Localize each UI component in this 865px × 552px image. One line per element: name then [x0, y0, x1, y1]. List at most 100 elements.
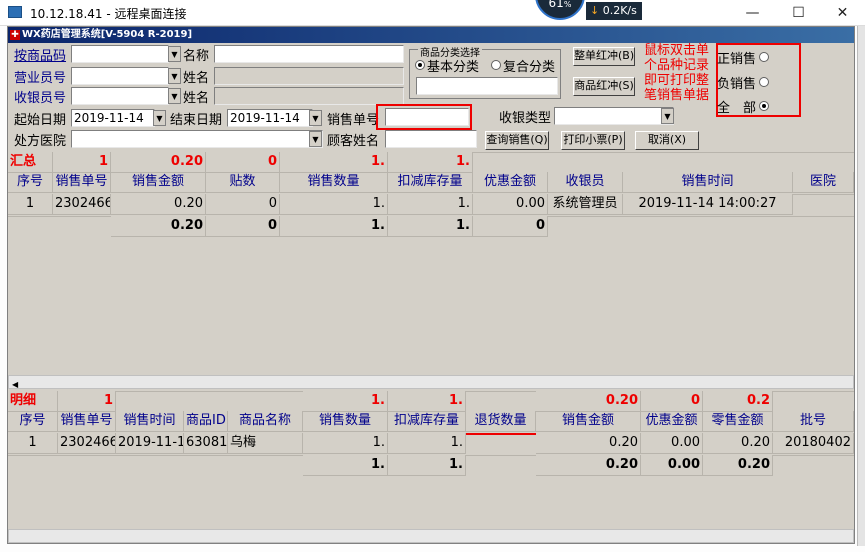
detail-summary-cell: 1.	[388, 391, 466, 412]
maximize-button[interactable]: ☐	[776, 0, 821, 26]
column-header[interactable]: 销售时间	[116, 411, 184, 432]
cashier-type-dropdown[interactable]: ▼	[661, 108, 674, 124]
table-cell[interactable]: 20180402	[773, 433, 854, 454]
table-cell[interactable]	[793, 194, 854, 195]
product-code-label[interactable]: 按商品码	[14, 45, 66, 64]
start-date-input[interactable]: 2019-11-14	[71, 109, 155, 127]
download-arrow-icon: ↓	[590, 4, 600, 17]
total-cell	[58, 455, 116, 456]
column-header[interactable]: 销售单号	[53, 172, 111, 193]
cancel-button[interactable]: 取消(X)	[635, 131, 699, 150]
category-basic-radio[interactable]	[415, 60, 425, 70]
table-cell[interactable]: 0.20	[703, 433, 773, 454]
column-header[interactable]: 销售数量	[303, 411, 388, 432]
column-header[interactable]: 序号	[8, 411, 58, 432]
column-header[interactable]: 医院	[793, 172, 854, 193]
table-cell[interactable]: 1.	[388, 433, 466, 454]
end-date-dropdown[interactable]: ▼	[309, 110, 322, 126]
column-header[interactable]: 批号	[773, 411, 854, 432]
table-cell[interactable]: 1.	[388, 194, 473, 215]
cashier-type-select[interactable]	[554, 107, 674, 125]
return-qty-input[interactable]	[466, 433, 536, 435]
customer-input[interactable]	[385, 130, 477, 148]
salesperson-name-field	[214, 67, 404, 85]
total-cell: 0	[206, 216, 280, 237]
column-header[interactable]: 收银员	[548, 172, 623, 193]
pharmacy-app-window: ✚ WX药店管理系统[V-5904 R-2019] 按商品码 ▼ 名称 营业员号…	[7, 26, 855, 544]
scroll-left-icon[interactable]: ◀	[9, 380, 18, 389]
table-cell[interactable]: 2302466	[53, 194, 111, 215]
column-header[interactable]: 销售数量	[280, 172, 388, 193]
category-input[interactable]	[416, 77, 558, 95]
table-cell[interactable]: 乌梅	[228, 433, 303, 454]
column-header[interactable]: 扣减库存量	[388, 172, 473, 193]
salesperson-input[interactable]	[71, 67, 169, 85]
column-header[interactable]: 优惠金额	[641, 411, 703, 432]
product-code-dropdown[interactable]: ▼	[168, 46, 181, 62]
cashier-dropdown[interactable]: ▼	[168, 88, 181, 104]
table-cell[interactable]: 0	[206, 194, 280, 215]
category-basic-label: 基本分类	[427, 60, 480, 75]
product-code-input[interactable]	[71, 45, 169, 63]
column-header[interactable]: 销售单号	[58, 411, 116, 432]
name-label: 名称	[183, 49, 210, 64]
cashier-name-field	[214, 87, 404, 105]
table-cell[interactable]: 0.00	[641, 433, 703, 454]
net-speed-value: 0.2K/s	[602, 4, 637, 17]
column-header[interactable]: 销售金额	[536, 411, 641, 432]
cashier-input[interactable]	[71, 87, 169, 105]
hospital-input[interactable]	[71, 130, 323, 148]
detail-grid-scrollbar[interactable]	[8, 529, 854, 543]
column-header[interactable]: 商品ID	[184, 411, 228, 432]
table-cell[interactable]: 1	[8, 433, 58, 454]
detail-grid[interactable]: 明细 1 1. 1. 0.20 0 0.2 序号 销售单号 销售时间 商品ID 商品名称 销售数量 扣减库…	[8, 391, 854, 531]
perf-percent: 61	[548, 0, 564, 10]
table-cell[interactable]: 2302466	[58, 433, 116, 454]
column-header[interactable]: 零售金额	[703, 411, 773, 432]
print-button[interactable]: 打印小票(P)	[561, 131, 625, 150]
column-header[interactable]: 贴数	[206, 172, 280, 193]
query-button[interactable]: 查询销售(Q)	[485, 131, 549, 150]
name-input[interactable]	[214, 45, 404, 63]
sales-grid[interactable]: 汇总 1 0.20 0 1. 1. 序号 销售单号 销售金额 贴数 销售数量 扣减库存量 优惠金额 收银员…	[8, 152, 854, 367]
table-cell[interactable]: 1.	[280, 194, 388, 215]
column-header[interactable]: 退货数量	[466, 411, 536, 432]
sales-grid-scrollbar[interactable]: ◀	[8, 375, 854, 389]
summary-cell: 1.	[388, 152, 473, 173]
minimize-button[interactable]: —	[730, 0, 775, 26]
column-header[interactable]: 扣减库存量	[388, 411, 466, 432]
total-cell	[53, 216, 111, 217]
detail-summary-cell: 0.2	[703, 391, 773, 412]
close-button[interactable]: ✕	[820, 0, 865, 26]
table-cell[interactable]: 2019-11-14	[116, 433, 184, 454]
salesperson-dropdown[interactable]: ▼	[168, 68, 181, 84]
category-compound-radio[interactable]	[491, 60, 501, 70]
column-header[interactable]: 序号	[8, 172, 53, 193]
positive-sale-radio[interactable]	[759, 52, 769, 62]
item-reverse-button[interactable]: 商品红冲(S)	[573, 77, 635, 96]
start-date-dropdown[interactable]: ▼	[153, 110, 166, 126]
all-sale-radio[interactable]	[759, 101, 769, 111]
column-header[interactable]: 销售时间	[623, 172, 793, 193]
hospital-dropdown[interactable]: ▼	[309, 131, 322, 147]
column-header[interactable]: 销售金额	[111, 172, 206, 193]
total-cell: 0.20	[111, 216, 206, 237]
column-header[interactable]: 优惠金额	[473, 172, 548, 193]
table-cell[interactable]: 系统管理员	[548, 194, 623, 215]
table-cell[interactable]: 1.	[303, 433, 388, 454]
table-cell[interactable]: 63081	[184, 433, 228, 454]
table-cell[interactable]: 0.20	[536, 433, 641, 454]
cashier-name-label: 姓名	[183, 91, 210, 106]
table-cell[interactable]: 2019-11-14 14:00:27	[623, 194, 793, 215]
table-cell[interactable]: 0.00	[473, 194, 548, 215]
sale-no-input[interactable]	[385, 108, 469, 126]
whole-reverse-button[interactable]: 整单红冲(B)	[573, 47, 635, 66]
negative-sale-radio[interactable]	[759, 77, 769, 87]
column-header[interactable]: 商品名称	[228, 411, 303, 432]
positive-sale-label: 正销售	[717, 52, 757, 67]
total-cell: 1.	[388, 455, 466, 476]
end-date-input[interactable]: 2019-11-14	[227, 109, 313, 127]
table-cell[interactable]: 0.20	[111, 194, 206, 215]
total-cell	[623, 216, 793, 217]
table-cell[interactable]: 1	[8, 194, 53, 215]
